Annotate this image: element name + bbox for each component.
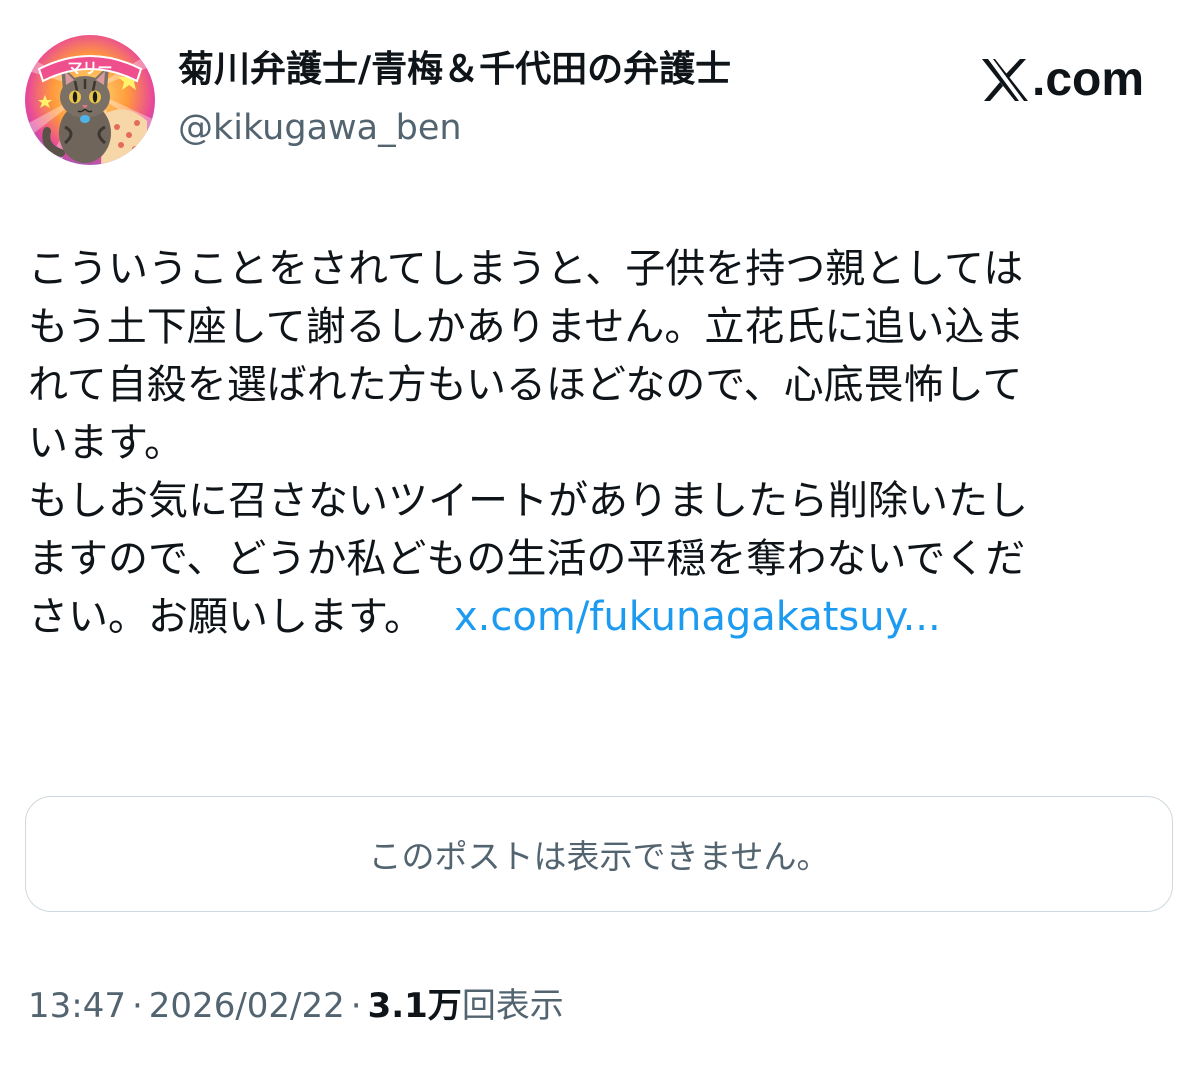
post-metadata: 13:47 · 2026/02/22 · 3.1万回表示 [28, 982, 564, 1030]
views-count[interactable]: 3.1万 [368, 986, 462, 1026]
avatar[interactable]: マリー [25, 35, 155, 165]
quoted-post-unavailable[interactable]: このポストは表示できません。 [25, 796, 1173, 912]
meta-separator: · [131, 986, 143, 1026]
post-line: います。 [28, 420, 184, 466]
post-body: こういうことをされてしまうと、子供を持つ親としては もう土下座して謝るしかありま… [28, 240, 1178, 646]
avatar-label: マリー [67, 59, 112, 77]
post-line: こういうことをされてしまうと、子供を持つ親としては [28, 246, 1024, 292]
quoted-post-message: このポストは表示できません。 [368, 837, 830, 876]
brand-suffix: .com [1032, 53, 1145, 106]
views-label: 回表示 [461, 986, 564, 1026]
post-line: れて自殺を選ばれた方もいるほどなので、心底畏怖して [28, 362, 1023, 408]
meta-separator: · [350, 986, 362, 1026]
author-display-name[interactable]: 菊川弁護士/青梅＆千代田の弁護士 [178, 46, 731, 94]
cat-avatar-image: マリー [25, 35, 155, 165]
post-line: ますので、どうか私どもの生活の平穏を奪わないでくだ [28, 536, 1026, 582]
post-link[interactable]: x.com/fukunagakatsuy... [454, 594, 941, 640]
post-line: もう土下座して謝るしかありません。立花氏に追い込ま [28, 304, 1025, 350]
post-last-line: さい。お願いします。 x.com/fukunagakatsuy... [28, 588, 1178, 646]
brand-x-com[interactable]: .com [980, 50, 1144, 110]
post-line: もしお気に召さないツイートがありましたら削除いたし [28, 478, 1028, 524]
author-handle[interactable]: @kikugawa_ben [178, 104, 462, 152]
post-line: さい。お願いします。 [28, 594, 424, 640]
post-time[interactable]: 13:47 [28, 986, 126, 1026]
post-date[interactable]: 2026/02/22 [149, 986, 345, 1026]
x-logo-icon [982, 59, 1028, 101]
